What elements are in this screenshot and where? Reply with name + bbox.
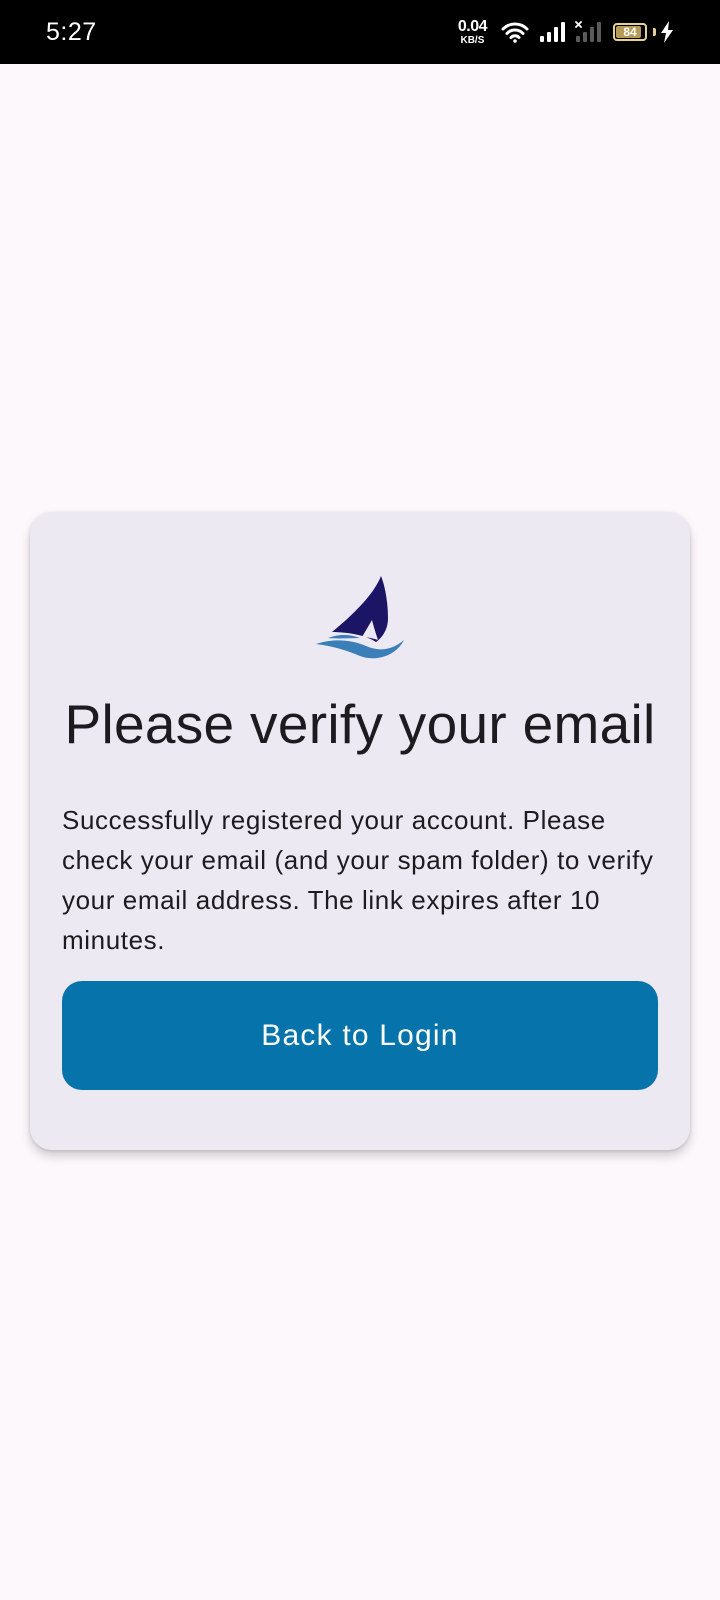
verification-message: Successfully registered your account. Pl… <box>62 805 654 955</box>
sailboat-logo <box>316 576 404 659</box>
battery-level: 84 <box>623 25 637 39</box>
status-bar: 5:27 0.04 KB/S 84 <box>0 0 720 64</box>
cell-signal-no-service-icon <box>575 21 601 42</box>
charging-bolt-icon <box>661 21 673 43</box>
status-icons: 0.04 KB/S 84 <box>458 14 674 50</box>
verify-email-card: Please verify your email Successfully re… <box>30 512 690 1150</box>
page-title: Please verify your email <box>64 693 656 755</box>
back-to-login-button[interactable]: Back to Login <box>62 981 658 1090</box>
network-speed-value: 0.04 <box>457 17 488 35</box>
battery-icon: 84 <box>613 23 647 41</box>
battery-cap <box>653 28 656 36</box>
status-time: 5:27 <box>46 18 97 46</box>
wifi-icon <box>501 22 529 43</box>
cell-signal-icon <box>540 22 565 42</box>
network-speed-unit: KB/S <box>460 34 485 46</box>
network-speed: 0.04 KB/S <box>457 17 488 46</box>
